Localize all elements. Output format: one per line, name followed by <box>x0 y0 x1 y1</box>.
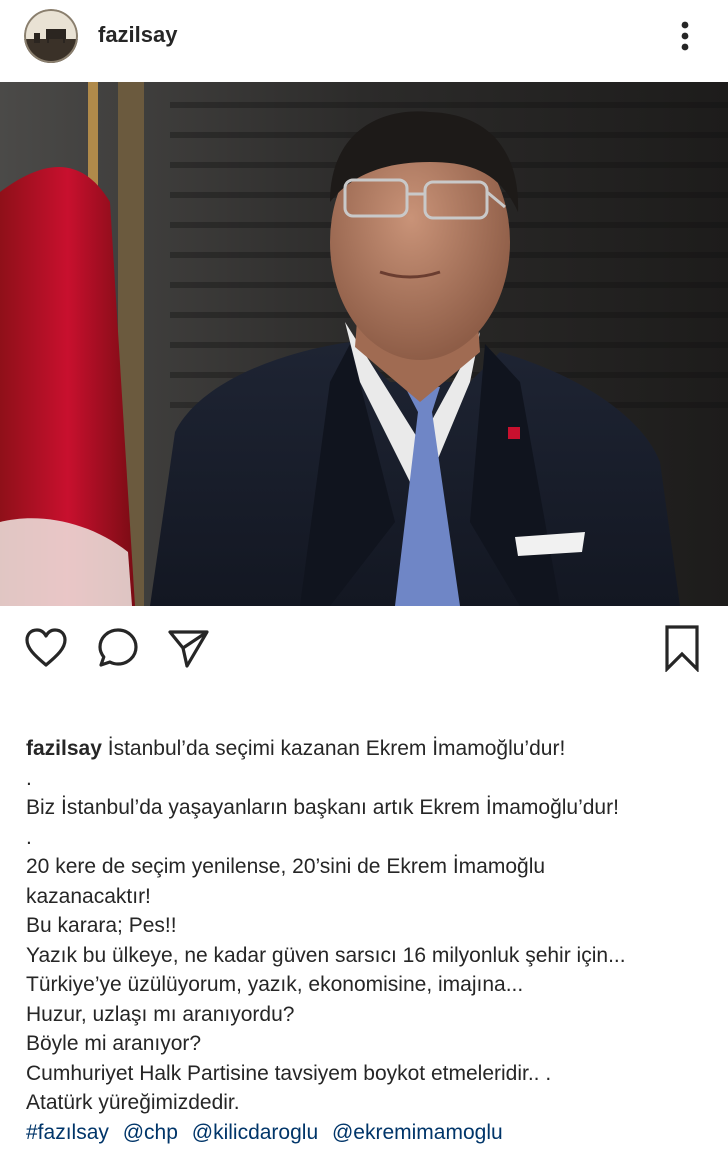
post-username[interactable]: fazilsay <box>98 22 178 48</box>
caption-line-6: kazanacaktır! <box>26 884 151 908</box>
caption-line-4: . <box>26 825 32 849</box>
caption-line-1: fazilsay İstanbul’da seçimi kazanan Ekre… <box>26 734 706 764</box>
post-action-bar <box>0 606 728 690</box>
caption-line-10: Huzur, uzlaşı mı aranıyordu? <box>26 1002 295 1026</box>
post-caption: fazilsay İstanbul’da seçimi kazanan Ekre… <box>26 734 706 1147</box>
mention-link-kilicdaroglu[interactable]: @kilicdaroglu <box>192 1121 318 1144</box>
profile-avatar[interactable] <box>24 9 78 63</box>
post-photo[interactable] <box>0 82 728 606</box>
caption-line-12: Cumhuriyet Halk Partisine tavsiyem boyko… <box>26 1061 552 1085</box>
more-options-icon[interactable] <box>672 18 698 54</box>
caption-author[interactable]: fazilsay <box>26 737 102 760</box>
caption-text: İstanbul’da seçimi kazanan Ekrem İmamoğl… <box>107 737 566 760</box>
comment-icon[interactable] <box>94 624 142 672</box>
bookmark-icon[interactable] <box>660 622 704 674</box>
caption-line-13: Atatürk yüreğimizdedir. <box>26 1091 240 1114</box>
caption-line-7: Bu karara; Pes!! <box>26 914 177 937</box>
hashtag-link[interactable]: #fazılsay <box>26 1121 109 1144</box>
post-header: fazilsay <box>0 0 728 82</box>
heart-icon[interactable] <box>22 626 70 670</box>
caption-line-5: 20 kere de seçim yenilense, 20’sini de E… <box>26 855 546 878</box>
portrait-image <box>0 82 728 606</box>
caption-line-3: Biz İstanbul’da yaşayanların başkanı art… <box>26 796 619 819</box>
caption-tags: #fazılsay @chp @kilicdaroglu @ekremimamo… <box>26 1118 706 1148</box>
mention-link-chp[interactable]: @chp <box>123 1121 178 1144</box>
caption-line-11: Böyle mi aranıyor? <box>26 1032 202 1055</box>
avatar-image <box>24 9 78 63</box>
paper-plane-icon[interactable] <box>164 624 212 672</box>
mention-link-ekremimamoglu[interactable]: @ekremimamoglu <box>332 1121 503 1144</box>
caption-line-2: . <box>26 766 32 790</box>
caption-line-9: Türkiye’ye üzülüyorum, yazık, ekonomisin… <box>26 973 524 996</box>
caption-line-8: Yazık bu ülkeye, ne kadar güven sarsıcı … <box>26 943 626 967</box>
